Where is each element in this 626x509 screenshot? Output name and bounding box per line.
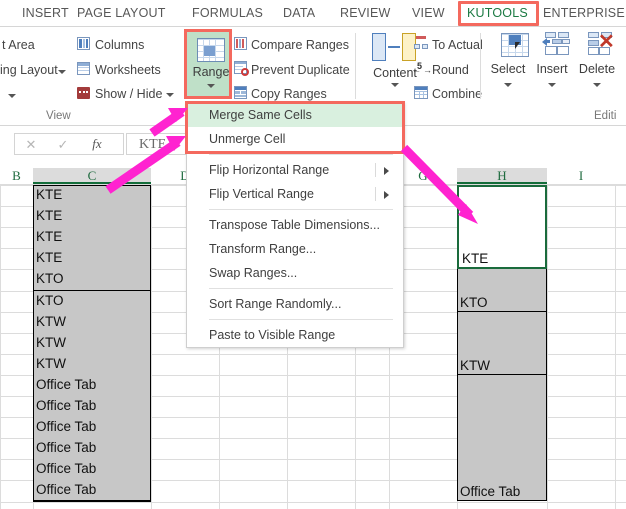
arrow-formula-to-columnc (105, 136, 186, 194)
arrow-menu-to-columnh (400, 144, 478, 224)
arrow-range-to-menu (149, 108, 188, 137)
annotation-arrows (105, 108, 478, 224)
excel-window: INSERT PAGE LAYOUT FORMULAS DATA REVIEW … (0, 0, 626, 509)
